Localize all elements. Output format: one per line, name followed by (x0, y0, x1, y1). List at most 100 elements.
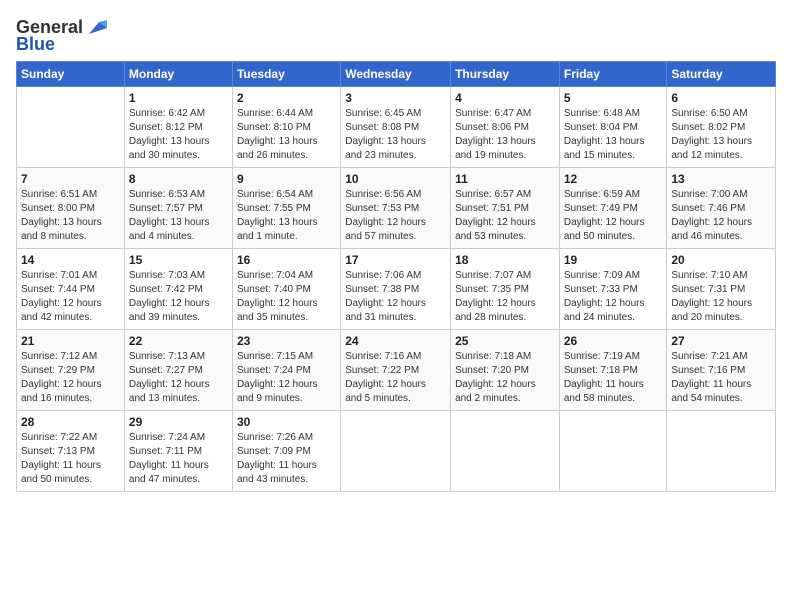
day-number: 28 (21, 415, 120, 429)
day-info: Sunrise: 6:59 AM Sunset: 7:49 PM Dayligh… (564, 188, 663, 244)
calendar-cell: 30 Sunrise: 7:26 AM Sunset: 7:09 PM Dayli… (232, 411, 340, 492)
day-number: 25 (455, 334, 555, 348)
day-number: 16 (237, 253, 336, 267)
day-number: 12 (564, 172, 663, 186)
calendar-cell: 11 Sunrise: 6:57 AM Sunset: 7:51 PM Dayli… (451, 168, 560, 249)
day-number: 5 (564, 91, 663, 105)
day-info: Sunrise: 6:42 AM Sunset: 8:12 PM Dayligh… (129, 107, 228, 163)
column-header-wednesday: Wednesday (341, 62, 451, 87)
calendar-cell: 1 Sunrise: 6:42 AM Sunset: 8:12 PM Daylig… (124, 87, 232, 168)
day-info: Sunrise: 7:26 AM Sunset: 7:09 PM Dayligh… (237, 431, 336, 487)
day-info: Sunrise: 7:03 AM Sunset: 7:42 PM Dayligh… (129, 269, 228, 325)
day-info: Sunrise: 7:10 AM Sunset: 7:31 PM Dayligh… (671, 269, 771, 325)
calendar-cell (17, 87, 125, 168)
calendar-cell: 28 Sunrise: 7:22 AM Sunset: 7:13 PM Dayli… (17, 411, 125, 492)
day-number: 30 (237, 415, 336, 429)
calendar-week-row: 28 Sunrise: 7:22 AM Sunset: 7:13 PM Dayli… (17, 411, 776, 492)
day-number: 10 (345, 172, 446, 186)
day-info: Sunrise: 6:44 AM Sunset: 8:10 PM Dayligh… (237, 107, 336, 163)
day-info: Sunrise: 7:07 AM Sunset: 7:35 PM Dayligh… (455, 269, 555, 325)
day-number: 3 (345, 91, 446, 105)
day-number: 17 (345, 253, 446, 267)
day-number: 22 (129, 334, 228, 348)
day-number: 11 (455, 172, 555, 186)
calendar-cell: 21 Sunrise: 7:12 AM Sunset: 7:29 PM Dayli… (17, 330, 125, 411)
calendar-week-row: 21 Sunrise: 7:12 AM Sunset: 7:29 PM Dayli… (17, 330, 776, 411)
day-info: Sunrise: 7:24 AM Sunset: 7:11 PM Dayligh… (129, 431, 228, 487)
calendar-cell: 22 Sunrise: 7:13 AM Sunset: 7:27 PM Dayli… (124, 330, 232, 411)
day-number: 2 (237, 91, 336, 105)
day-info: Sunrise: 7:21 AM Sunset: 7:16 PM Dayligh… (671, 350, 771, 406)
calendar-cell: 6 Sunrise: 6:50 AM Sunset: 8:02 PM Daylig… (667, 87, 776, 168)
day-info: Sunrise: 6:56 AM Sunset: 7:53 PM Dayligh… (345, 188, 446, 244)
calendar-cell: 26 Sunrise: 7:19 AM Sunset: 7:18 PM Dayli… (559, 330, 667, 411)
day-number: 15 (129, 253, 228, 267)
calendar-cell: 16 Sunrise: 7:04 AM Sunset: 7:40 PM Dayli… (232, 249, 340, 330)
day-number: 9 (237, 172, 336, 186)
day-info: Sunrise: 6:54 AM Sunset: 7:55 PM Dayligh… (237, 188, 336, 244)
calendar-cell: 5 Sunrise: 6:48 AM Sunset: 8:04 PM Daylig… (559, 87, 667, 168)
calendar-cell: 19 Sunrise: 7:09 AM Sunset: 7:33 PM Dayli… (559, 249, 667, 330)
calendar-cell: 13Sunrise: 7:00 AM Sunset: 7:46 PM Dayli… (667, 168, 776, 249)
day-info: Sunrise: 6:48 AM Sunset: 8:04 PM Dayligh… (564, 107, 663, 163)
day-number: 14 (21, 253, 120, 267)
column-header-tuesday: Tuesday (232, 62, 340, 87)
calendar-week-row: 7 Sunrise: 6:51 AM Sunset: 8:00 PM Daylig… (17, 168, 776, 249)
day-number: 26 (564, 334, 663, 348)
calendar-cell: 4Sunrise: 6:47 AM Sunset: 8:06 PM Daylig… (451, 87, 560, 168)
day-number: 8 (129, 172, 228, 186)
day-info: Sunrise: 6:50 AM Sunset: 8:02 PM Dayligh… (671, 107, 771, 163)
calendar-cell: 18 Sunrise: 7:07 AM Sunset: 7:35 PM Dayli… (451, 249, 560, 330)
day-number: 21 (21, 334, 120, 348)
day-number: 23 (237, 334, 336, 348)
column-header-monday: Monday (124, 62, 232, 87)
calendar-cell: 17 Sunrise: 7:06 AM Sunset: 7:38 PM Dayli… (341, 249, 451, 330)
calendar-cell: 15 Sunrise: 7:03 AM Sunset: 7:42 PM Dayli… (124, 249, 232, 330)
column-header-sunday: Sunday (17, 62, 125, 87)
calendar-cell: 9 Sunrise: 6:54 AM Sunset: 7:55 PM Daylig… (232, 168, 340, 249)
calendar-cell: 20 Sunrise: 7:10 AM Sunset: 7:31 PM Dayli… (667, 249, 776, 330)
calendar-week-row: 1 Sunrise: 6:42 AM Sunset: 8:12 PM Daylig… (17, 87, 776, 168)
column-header-saturday: Saturday (667, 62, 776, 87)
day-info: Sunrise: 7:18 AM Sunset: 7:20 PM Dayligh… (455, 350, 555, 406)
day-info: Sunrise: 7:19 AM Sunset: 7:18 PM Dayligh… (564, 350, 663, 406)
day-info: Sunrise: 7:04 AM Sunset: 7:40 PM Dayligh… (237, 269, 336, 325)
calendar-cell: 27 Sunrise: 7:21 AM Sunset: 7:16 PM Dayli… (667, 330, 776, 411)
day-info: Sunrise: 7:00 AM Sunset: 7:46 PM Dayligh… (671, 188, 771, 244)
calendar-cell: 23Sunrise: 7:15 AM Sunset: 7:24 PM Dayli… (232, 330, 340, 411)
day-info: Sunrise: 7:22 AM Sunset: 7:13 PM Dayligh… (21, 431, 120, 487)
column-header-thursday: Thursday (451, 62, 560, 87)
day-number: 4 (455, 91, 555, 105)
day-number: 27 (671, 334, 771, 348)
column-header-friday: Friday (559, 62, 667, 87)
day-number: 29 (129, 415, 228, 429)
calendar-cell: 10 Sunrise: 6:56 AM Sunset: 7:53 PM Dayli… (341, 168, 451, 249)
day-number: 19 (564, 253, 663, 267)
day-info: Sunrise: 7:12 AM Sunset: 7:29 PM Dayligh… (21, 350, 120, 406)
calendar-cell: 2 Sunrise: 6:44 AM Sunset: 8:10 PM Daylig… (232, 87, 340, 168)
day-info: Sunrise: 7:13 AM Sunset: 7:27 PM Dayligh… (129, 350, 228, 406)
day-info: Sunrise: 7:06 AM Sunset: 7:38 PM Dayligh… (345, 269, 446, 325)
day-info: Sunrise: 6:51 AM Sunset: 8:00 PM Dayligh… (21, 188, 120, 244)
calendar-cell: 29 Sunrise: 7:24 AM Sunset: 7:11 PM Dayli… (124, 411, 232, 492)
calendar-table: SundayMondayTuesdayWednesdayThursdayFrid… (16, 61, 776, 492)
calendar-cell (559, 411, 667, 492)
day-number: 20 (671, 253, 771, 267)
day-number: 7 (21, 172, 120, 186)
day-info: Sunrise: 6:45 AM Sunset: 8:08 PM Dayligh… (345, 107, 446, 163)
day-number: 1 (129, 91, 228, 105)
day-number: 18 (455, 253, 555, 267)
day-info: Sunrise: 7:09 AM Sunset: 7:33 PM Dayligh… (564, 269, 663, 325)
page-header: General Blue (16, 12, 776, 55)
calendar-cell: 8 Sunrise: 6:53 AM Sunset: 7:57 PM Daylig… (124, 168, 232, 249)
logo-icon (85, 16, 107, 38)
calendar-week-row: 14 Sunrise: 7:01 AM Sunset: 7:44 PM Dayli… (17, 249, 776, 330)
calendar-cell: 14 Sunrise: 7:01 AM Sunset: 7:44 PM Dayli… (17, 249, 125, 330)
day-number: 6 (671, 91, 771, 105)
logo: General Blue (16, 16, 107, 55)
day-info: Sunrise: 6:57 AM Sunset: 7:51 PM Dayligh… (455, 188, 555, 244)
day-info: Sunrise: 6:53 AM Sunset: 7:57 PM Dayligh… (129, 188, 228, 244)
day-info: Sunrise: 7:16 AM Sunset: 7:22 PM Dayligh… (345, 350, 446, 406)
day-number: 24 (345, 334, 446, 348)
day-info: Sunrise: 7:01 AM Sunset: 7:44 PM Dayligh… (21, 269, 120, 325)
